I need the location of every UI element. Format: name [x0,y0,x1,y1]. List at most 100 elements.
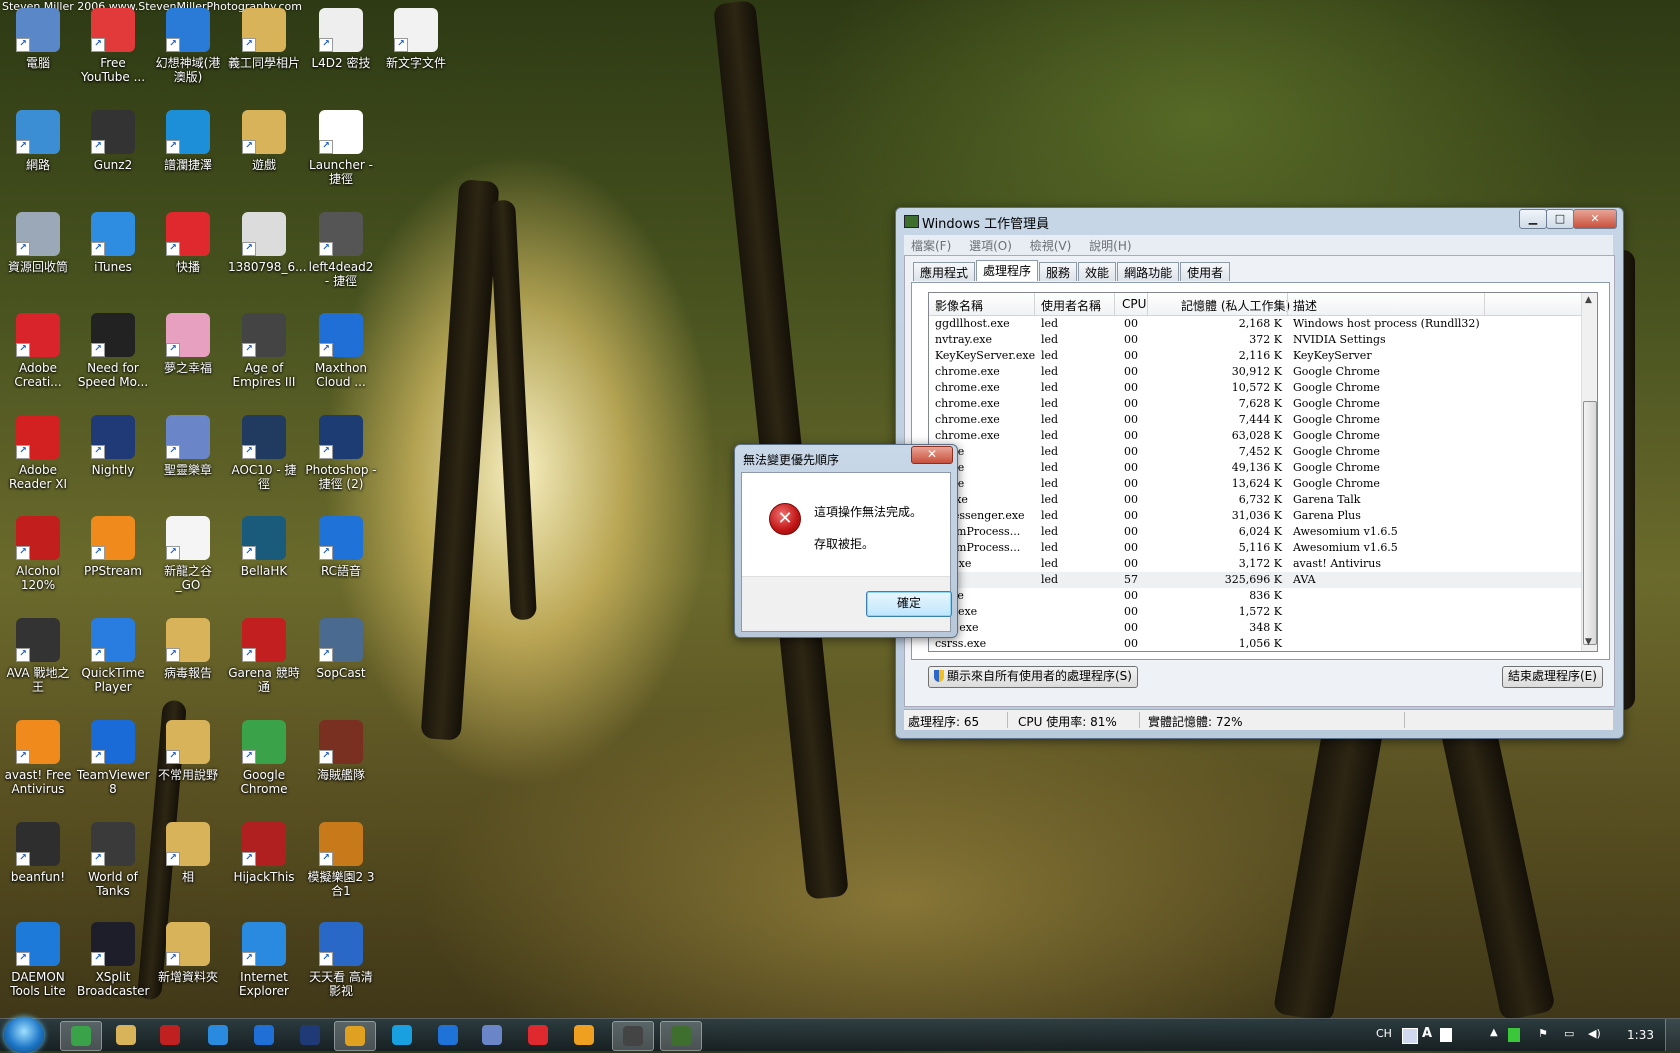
column-memory[interactable]: 記憶體 (私人工作集) [1181,297,1290,314]
process-row[interactable]: KeyKeyServer.exe led 00 2,116 K KeyKeyServer [929,348,1581,364]
process-row[interactable]: nvtray.exe led 00 372 K NVIDIA Settings [929,332,1581,348]
taskbar-app-maxthon[interactable] [244,1021,284,1049]
desktop-icon[interactable]: ↗ left4dead2 - 捷徑 [305,212,377,288]
desktop-icon[interactable]: ↗ 新文字文件 [380,8,452,70]
desktop-icon[interactable]: ↗ 資源回收筒 [2,212,74,274]
desktop-icon[interactable]: ↗ iTunes [77,212,149,274]
tab-processes[interactable]: 處理程序 [976,260,1039,281]
taskbar-app-nightly[interactable] [290,1021,330,1049]
process-row[interactable]: ync.exe001,572 K [929,604,1581,620]
desktop-icon[interactable]: ↗ Age of Empires III [228,313,300,389]
taskbar-app-skype[interactable] [382,1021,422,1049]
desktop-icon[interactable]: ↗ QuickTime Player [77,618,149,694]
column-image-name[interactable]: 影像名稱 [935,297,983,314]
desktop-icon[interactable]: ↗ 天天看 高清影视 [305,922,377,998]
process-row[interactable]: exeled57325,696 KAVA [929,572,1581,588]
desktop-icon[interactable]: ↗ beanfun! [2,822,74,884]
desktop-icon[interactable]: ↗ Google Chrome [228,720,300,796]
desktop-icon[interactable]: ↗ Garena 競時通 [228,618,300,694]
desktop-icon[interactable]: ↗ 1380798_6... [228,212,307,274]
desktop-icon[interactable]: ↗ 新增資料夾 [152,922,224,984]
minimize-button[interactable]: ▁ [1519,209,1547,229]
desktop-icon[interactable]: ↗ XSplit Broadcaster [77,922,149,998]
clock[interactable]: 1:33 [1627,1028,1654,1042]
desktop-icon[interactable]: ↗ 病毒報告 [152,618,224,680]
menu-help[interactable]: 說明(H) [1082,235,1138,256]
process-row[interactable]: miumProcess... led 00 5,116 K Awesomium v1.6… [929,540,1581,556]
desktop-icon[interactable]: ↗ Internet Explorer [228,922,300,998]
process-row[interactable]: gon.exe00348 K [929,620,1581,636]
desktop-icon[interactable]: ↗ Free YouTube ... [77,8,149,84]
tab-performance[interactable]: 效能 [1078,262,1117,281]
desktop-icon[interactable]: ↗ DAEMON Tools Lite [2,922,74,998]
desktop-icon[interactable]: ↗ 模擬樂園2 3合1 [305,822,377,898]
desktop-icon[interactable]: ↗ 聖靈樂章 [152,415,224,477]
desktop-icon[interactable]: ↗ RC語音 [305,516,377,578]
taskbar-app-ava[interactable] [612,1021,654,1051]
process-row[interactable]: lk.exeled006,732 KGarena Talk [929,492,1581,508]
show-desktop-button[interactable] [1665,1019,1680,1051]
tab-services[interactable]: 服務 [1039,262,1078,281]
taskbar-app-qvod[interactable] [518,1021,558,1049]
start-button[interactable] [4,1017,44,1053]
process-list-scrollbar[interactable]: ▲ ▼ [1581,293,1597,651]
taskbar-app-ie[interactable] [198,1021,238,1049]
process-row[interactable]: csrss.exe 00 1,056 K [929,636,1581,651]
process-row[interactable]: chrome.exe led 00 10,572 K Google Chrome [929,380,1581,396]
process-row[interactable]: chrome.exe led 00 7,444 K Google Chrome [929,412,1581,428]
desktop-icon[interactable]: ↗ Photoshop - 捷徑 (2) [305,415,377,491]
flag-icon[interactable]: ⚑ [1538,1027,1548,1040]
process-row[interactable]: chrome.exe led 00 63,028 K Google Chrome [929,428,1581,444]
desktop-icon[interactable]: ↗ AOC10 - 捷徑 [228,415,300,491]
process-row[interactable]: UI.exeled003,172 Kavast! Antivirus [929,556,1581,572]
maximize-button[interactable]: □ [1546,209,1574,229]
show-hidden-icons-icon[interactable]: ▲ [1490,1027,1498,1038]
desktop-icon[interactable]: ↗ 相 [152,822,224,884]
desktop-icon[interactable]: ↗ Nightly [77,415,149,477]
desktop-icon[interactable]: ↗ TeamViewer 8 [77,720,150,796]
volume-icon[interactable]: ◀) [1588,1027,1601,1040]
taskbar-app-media[interactable] [150,1021,190,1049]
end-process-button[interactable]: 結束處理程序(E) [1502,666,1603,688]
ime-icon[interactable] [1402,1028,1418,1044]
desktop-icon[interactable]: ↗ Need for Speed Mo... [77,313,149,389]
desktop-icon[interactable]: ↗ Alcohol 120% [2,516,74,592]
desktop-icon[interactable]: ↗ 譜瀾捷澤 [152,110,224,172]
taskbar-app-folder-player[interactable] [334,1021,376,1051]
desktop-icon[interactable]: ↗ World of Tanks [77,822,149,898]
desktop-icon[interactable]: ↗ SopCast [305,618,377,680]
desktop-icon[interactable]: ↗ 電腦 [2,8,74,70]
tray-language[interactable]: CH [1376,1027,1392,1040]
process-row[interactable]: c.exe00836 K [929,588,1581,604]
taskbar-app-rc[interactable] [428,1021,468,1049]
font-icon[interactable]: A [1422,1026,1432,1041]
tab-networking[interactable]: 網路功能 [1117,262,1180,281]
taskbar-app-task-manager[interactable] [660,1021,702,1051]
desktop-icon[interactable]: ↗ 新龍之谷_GO [152,516,224,592]
desktop-icon[interactable]: ↗ Adobe Reader XI [2,415,74,491]
process-row[interactable]: e.exeled0013,624 KGoogle Chrome [929,476,1581,492]
desktop-icon[interactable]: ↗ Gunz2 [77,110,149,172]
desktop-icon[interactable]: ↗ Launcher - 捷徑 [305,110,377,186]
process-row[interactable]: miumProcess... led 00 6,024 K Awesomium v1.6… [929,524,1581,540]
desktop-icon[interactable]: ↗ L4D2 密技 [305,8,377,70]
battery-icon[interactable] [1508,1028,1520,1042]
column-cpu[interactable]: CPU [1122,297,1146,311]
desktop-icon[interactable]: ↗ Maxthon Cloud ... [305,313,377,389]
process-row[interactable]: e.exeled007,452 KGoogle Chrome [929,444,1581,460]
task-manager-window[interactable]: Windows 工作管理員 ▁ □ ✕ 檔案(F) 選項(O) 檢視(V) 說明… [895,207,1624,739]
ok-button[interactable]: 確定 [866,591,952,617]
menu-file[interactable]: 檔案(F) [904,235,958,256]
desktop-icon[interactable]: ↗ 海賊艦隊 [305,720,377,782]
taskbar-app-explorer[interactable] [106,1021,146,1049]
process-list[interactable]: 影像名稱 使用者名稱 CPU 記憶體 (私人工作集) 描述 ggdllhost.… [928,292,1598,652]
taskbar-app-game[interactable] [472,1021,512,1049]
process-row[interactable]: ggdllhost.exe led 00 2,168 K Windows host pr… [929,316,1581,332]
desktop-icon[interactable]: ↗ 幻想神域(港澳版) [152,8,224,84]
process-row[interactable]: e.exeled0049,136 KGoogle Chrome [929,460,1581,476]
desktop-icon[interactable]: ↗ AVA 戰地之王 [2,618,74,694]
scrollbar-thumb[interactable] [1583,401,1597,645]
scroll-down-icon[interactable]: ▼ [1585,637,1592,647]
menu-view[interactable]: 檢視(V) [1023,235,1079,256]
process-row[interactable]: chrome.exe led 00 7,628 K Google Chrome [929,396,1581,412]
